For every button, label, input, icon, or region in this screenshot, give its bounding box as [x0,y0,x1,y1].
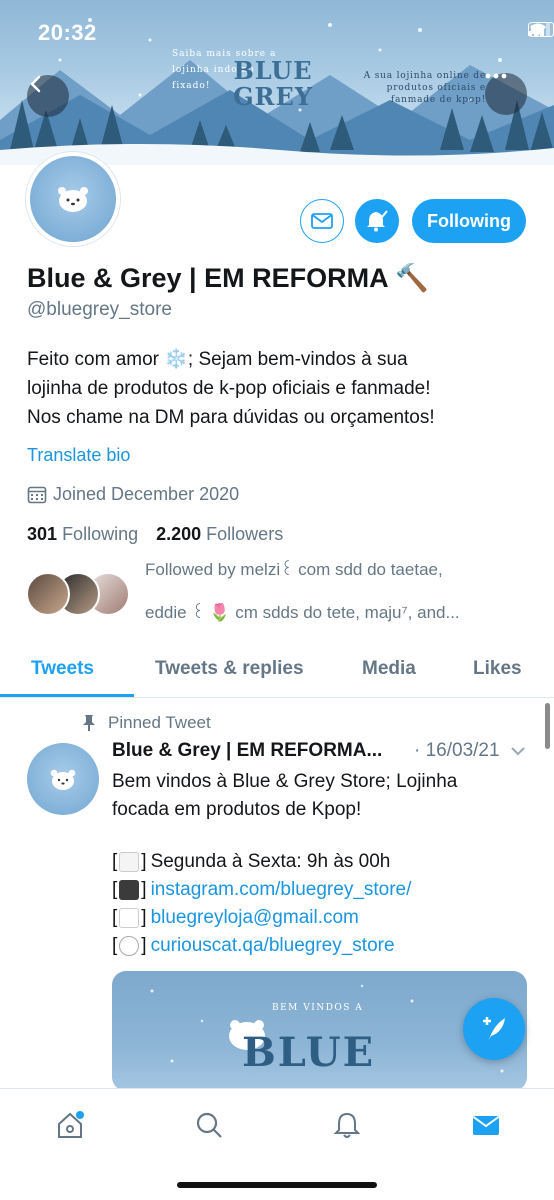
chevron-left-icon [30,75,41,93]
camera-icon [119,880,140,900]
back-button[interactable] [27,75,69,117]
bear-logo-icon [50,769,76,790]
nav-home[interactable] [54,1109,86,1141]
pinned-text: Pinned Tweet [108,713,211,732]
bear-logo-icon [58,187,88,212]
followed-by-line: eddie ꒰ 🌷 cm sdds do tete, maju⁷, and... [145,603,460,622]
envelope-icon [472,1116,500,1135]
tweet-curiouscat-line: [] curiouscat.qa/bluegrey_store [112,935,395,957]
tab-likes[interactable]: Likes [473,658,522,680]
notifications-toggle-button[interactable] [355,199,399,243]
tab-tweets[interactable]: Tweets [31,658,94,680]
profile-banner[interactable]: 20:32 Saiba mais sobre a lojinha indo no… [0,0,554,165]
bio-line: Feito com amor ❄️; Sejam bem-vindos à su… [27,349,408,370]
tweet-text-line: Bem vindos à Blue & Grey Store; Lojinha [112,771,458,792]
following-stat[interactable]: 301 Following [27,524,138,545]
media-logo: BLUE [242,1029,376,1076]
profile-bio: Feito com amor ❄️; Sejam bem-vindos à su… [27,345,532,432]
followers-stat[interactable]: 2.200 Followers [156,524,283,545]
chevron-down-icon[interactable] [510,746,526,756]
followed-by-text[interactable]: Followed by melzi꒰ com sdd do taetae, ed… [145,555,525,627]
tweet-text: Bem vindos à Blue & Grey Store; Lojinha … [112,768,522,824]
love-letter-icon [119,908,140,928]
translate-bio-link[interactable]: Translate bio [27,445,130,466]
nav-search[interactable] [193,1109,225,1141]
email-link[interactable]: bluegreyloja@gmail.com [151,907,359,929]
joined-text: Joined December 2020 [53,484,240,504]
profile-name: Blue & Grey | EM REFORMA 🔨 [27,263,429,293]
following-button[interactable]: Following [412,199,526,243]
status-time: 20:32 [38,20,97,45]
banner-logo-line2: GREY [233,82,313,111]
tweet-instagram-line: [] instagram.com/bluegrey_store/ [112,879,412,901]
joined-date: Joined December 2020 [27,484,239,505]
home-indicator [177,1182,377,1188]
tweet-header: Blue & Grey | EM REFORMA... · 16/03/21 [112,740,526,762]
bio-line: lojinha de produtos de k-pop oficiais e … [27,378,431,399]
memo-icon [119,852,140,872]
schedule-text: Segunda à Sexta: 9h às 00h [150,851,391,872]
scrollbar[interactable] [545,703,550,749]
banner-tagline-right: A sua lojinha online de produtos oficiai… [363,71,486,105]
following-count: 301 [27,524,58,544]
media-title: BEM VINDOS A [272,1003,364,1013]
tweet-text-line: focada em produtos de Kpop! [112,799,362,820]
nav-notifications[interactable] [331,1109,363,1141]
tweet-email-line: [] bluegreyloja@gmail.com [112,907,359,929]
banner-logo-line1: BLUE [233,56,313,85]
banner-logo: BLUE GREY [218,58,328,110]
envelope-icon [311,213,333,229]
bell-icon [333,1112,361,1138]
following-label: Following [62,524,139,544]
followers-label: Followers [206,524,284,544]
more-button[interactable] [485,73,527,115]
bio-line: Nos chame na DM para dúvidas ou orçament… [27,407,435,428]
instagram-link[interactable]: instagram.com/bluegrey_store/ [151,879,412,901]
tweet-author-avatar[interactable] [27,743,99,815]
tweet-date: · 16/03/21 [414,740,500,761]
profile-handle: @bluegrey_store [27,299,172,320]
tab-media[interactable]: Media [362,658,416,680]
search-icon [196,1112,222,1138]
followers-count: 2.200 [156,524,202,544]
tab-tweets-replies[interactable]: Tweets & replies [155,658,304,680]
ellipsis-icon [485,73,507,79]
follow-stats: 301 Following 2.200 Followers [27,524,283,545]
profile-avatar[interactable] [26,152,120,246]
follower-avatar[interactable] [26,572,70,616]
message-button[interactable] [300,199,344,243]
pinned-label: Pinned Tweet [82,713,211,733]
battery-icon [528,22,554,37]
tweet-author-name[interactable]: Blue & Grey | EM REFORMA... [112,740,408,762]
followed-by-line: Followed by melzi꒰ com sdd do taetae, [145,560,443,579]
compose-tweet-button[interactable] [463,998,525,1060]
home-icon [58,1111,84,1138]
active-tab-indicator [0,694,134,697]
calendar-icon [27,486,47,503]
nav-messages[interactable] [470,1109,502,1141]
curiouscat-link[interactable]: curiouscat.qa/bluegrey_store [151,935,395,957]
profile-tabs: Tweets Tweets & replies Media Likes [0,648,554,698]
tweet-schedule-line: [] Segunda à Sexta: 9h às 00h [112,851,391,872]
pin-icon [83,715,95,731]
feather-plus-icon [483,1017,505,1040]
speech-bubble-icon [119,936,140,956]
bell-check-icon [367,210,388,232]
